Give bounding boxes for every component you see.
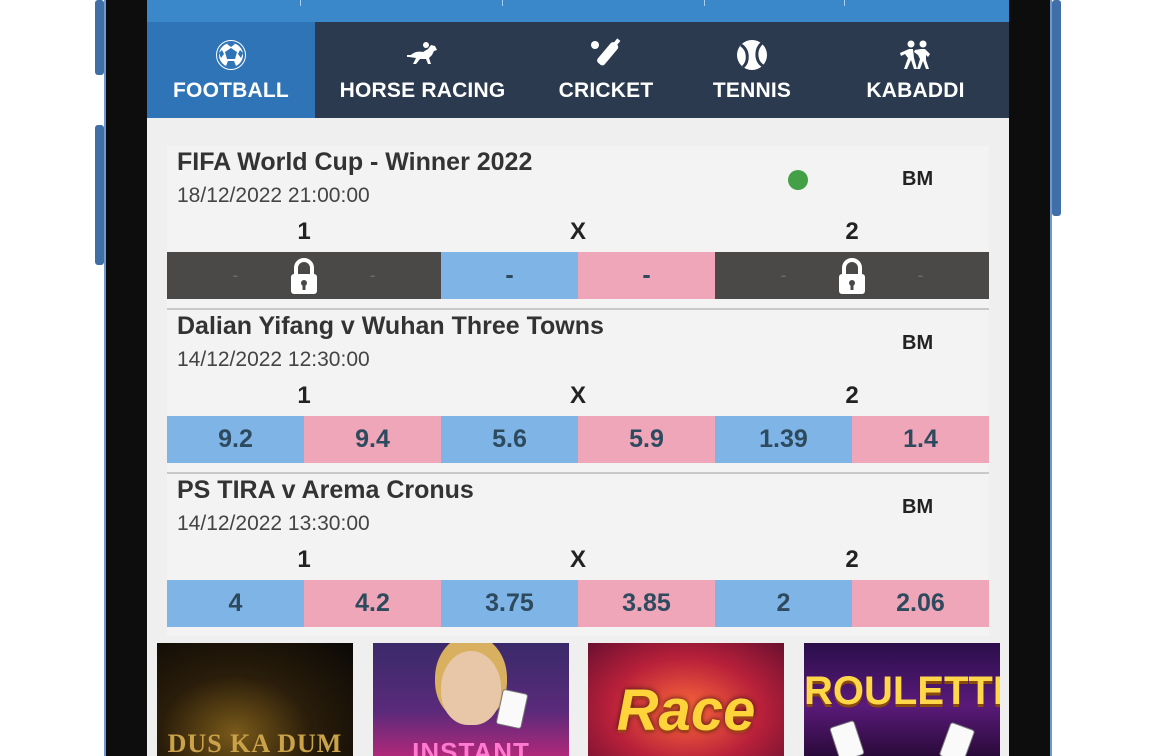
bookmaker-badge: BM — [902, 168, 934, 190]
sport-tabs: FOOTBALL HORSE RACING CRICKET TENNIS KAB… — [147, 22, 1009, 118]
lock-icon — [839, 257, 865, 294]
game-title: INSTANT — [412, 737, 530, 756]
dus-ka-dum-thumbnail[interactable]: DUS KA DUM — [157, 643, 353, 756]
tab-label: CRICKET — [558, 79, 654, 102]
odds-row: 9.2 9.4 5.6 5.9 1.39 1.4 — [167, 416, 989, 463]
top-nav-strip — [147, 0, 1009, 22]
bookmaker-badge: BM — [902, 332, 934, 354]
event-list: FIFA World Cup - Winner 2022 18/12/2022 … — [167, 146, 989, 636]
odds-header-draw: X — [569, 382, 587, 409]
event-row[interactable]: PS TIRA v Arema Cronus 14/12/2022 13:30:… — [167, 472, 989, 636]
odds-header-draw: X — [569, 218, 587, 245]
back-odd-away[interactable]: 1.39 — [715, 416, 852, 463]
suspended-odds-home: - - — [167, 252, 441, 299]
tab-label: TENNIS — [712, 79, 792, 102]
back-odd-home[interactable]: 9.2 — [167, 416, 304, 463]
game-title: Race — [616, 678, 756, 743]
casino-games-strip: DUS KA DUM INSTANT Race ROULETTE — [157, 643, 1000, 756]
event-title[interactable]: PS TIRA v Arema Cronus — [177, 476, 474, 505]
tab-horse-racing[interactable]: HORSE RACING — [315, 22, 530, 118]
back-odd-home: - — [232, 265, 239, 285]
phone-side-button-bottom — [95, 125, 104, 265]
back-odd-draw[interactable]: - — [441, 252, 578, 299]
dealer-figure — [441, 651, 501, 725]
odds-header-draw: X — [569, 546, 587, 573]
suspended-odds-away: - - — [715, 252, 989, 299]
lay-odd-draw[interactable]: 5.9 — [578, 416, 715, 463]
phone-screenshot: FOOTBALL HORSE RACING CRICKET TENNIS KAB… — [0, 0, 1156, 756]
event-datetime: 14/12/2022 13:30:00 — [177, 512, 370, 535]
live-indicator-dot — [788, 170, 808, 190]
phone-power-button — [1052, 0, 1061, 216]
card-icon — [938, 721, 976, 756]
cricket-bat-icon — [589, 37, 623, 73]
tab-label: KABADDI — [866, 79, 965, 102]
tennis-ball-icon — [735, 37, 769, 73]
tab-cricket[interactable]: CRICKET — [530, 22, 682, 118]
tab-football[interactable]: FOOTBALL — [147, 22, 315, 118]
lock-icon — [291, 257, 317, 294]
bookmaker-badge: BM — [902, 496, 934, 518]
game-title: DUS KA DUM — [167, 729, 343, 756]
event-row[interactable]: FIFA World Cup - Winner 2022 18/12/2022 … — [167, 146, 989, 308]
race-to-2nd-thumbnail[interactable]: Race — [588, 643, 784, 756]
lay-odd-draw[interactable]: 3.85 — [578, 580, 715, 627]
odds-header-away: 2 — [845, 382, 859, 409]
event-row[interactable]: Dalian Yifang v Wuhan Three Towns 14/12/… — [167, 308, 989, 472]
instant-game-thumbnail[interactable]: INSTANT — [373, 643, 569, 756]
tab-label: FOOTBALL — [173, 79, 289, 102]
odds-header-away: 2 — [845, 546, 859, 573]
event-datetime: 18/12/2022 21:00:00 — [177, 184, 370, 207]
lay-odd-home[interactable]: 9.4 — [304, 416, 441, 463]
odds-header-home: 1 — [297, 382, 311, 409]
phone-side-button-top — [95, 0, 104, 75]
game-title: ROULETTE — [804, 669, 1000, 713]
lay-odd-away[interactable]: 2.06 — [852, 580, 989, 627]
horse-racing-icon — [406, 37, 440, 73]
lay-odd-away[interactable]: 1.4 — [852, 416, 989, 463]
lay-odd-draw[interactable]: - — [578, 252, 715, 299]
tab-label: HORSE RACING — [339, 79, 506, 102]
back-odd-away: - — [780, 265, 787, 285]
event-title[interactable]: Dalian Yifang v Wuhan Three Towns — [177, 312, 604, 341]
back-odd-draw[interactable]: 5.6 — [441, 416, 578, 463]
odds-header-home: 1 — [297, 546, 311, 573]
odds-row: - - - - - - — [167, 252, 989, 299]
roulette-thumbnail[interactable]: ROULETTE — [804, 643, 1000, 756]
kabaddi-icon — [899, 37, 933, 73]
odds-header-home: 1 — [297, 218, 311, 245]
event-title[interactable]: FIFA World Cup - Winner 2022 — [177, 148, 532, 177]
app-screen: FOOTBALL HORSE RACING CRICKET TENNIS KAB… — [147, 0, 1009, 756]
tab-kabaddi[interactable]: KABADDI — [822, 22, 1009, 118]
lay-odd-home[interactable]: 4.2 — [304, 580, 441, 627]
lay-odd-home: - — [369, 265, 376, 285]
back-odd-away[interactable]: 2 — [715, 580, 852, 627]
back-odd-draw[interactable]: 3.75 — [441, 580, 578, 627]
tab-tennis[interactable]: TENNIS — [682, 22, 822, 118]
odds-header-away: 2 — [845, 218, 859, 245]
back-odd-home[interactable]: 4 — [167, 580, 304, 627]
card-icon — [829, 719, 865, 756]
event-datetime: 14/12/2022 12:30:00 — [177, 348, 370, 371]
odds-row: 4 4.2 3.75 3.85 2 2.06 — [167, 580, 989, 627]
lay-odd-away: - — [917, 265, 924, 285]
football-icon — [215, 37, 247, 73]
